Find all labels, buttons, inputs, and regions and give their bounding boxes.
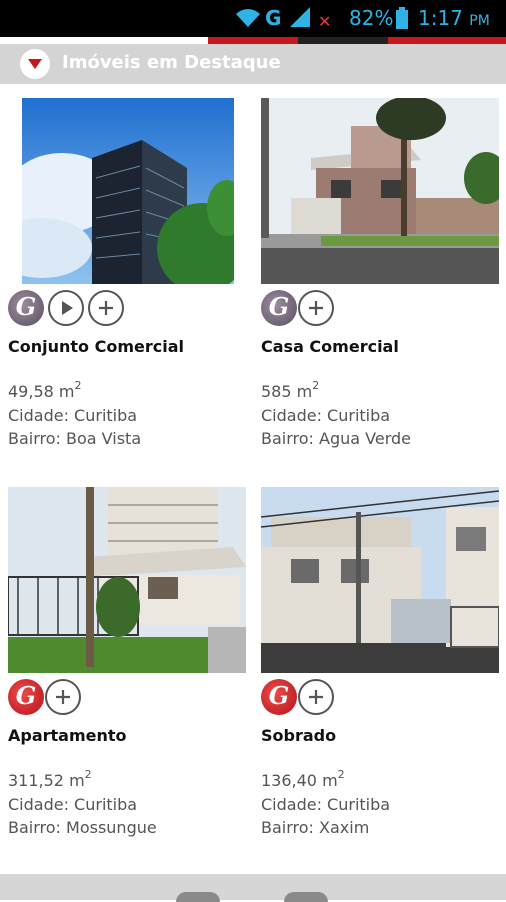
listing-city: Cidade: Curitiba — [8, 795, 138, 814]
agency-logo-icon: G — [8, 679, 44, 715]
chevron-down-icon[interactable] — [20, 49, 50, 79]
sim-x-icon: ✕ — [318, 12, 332, 31]
section-header[interactable]: Imóveis em Destaque — [0, 44, 506, 84]
wifi-icon — [234, 7, 262, 35]
status-bar: G ✕ 82% 1:17 PM — [0, 0, 506, 37]
listing-actions: G — [8, 290, 208, 328]
battery-icon — [395, 7, 409, 35]
listing-actions: G — [8, 679, 208, 717]
listing-actions: G — [261, 290, 461, 328]
section-title: Imóveis em Destaque — [62, 52, 281, 73]
listing-title[interactable]: Casa Comercial — [261, 337, 399, 356]
listing-area: 136,40 m2 — [261, 768, 345, 790]
listing-title[interactable]: Conjunto Comercial — [8, 337, 184, 356]
listing-city: Cidade: Curitiba — [261, 795, 391, 814]
nav-tab-icon[interactable] — [284, 892, 328, 902]
bottom-nav-bar — [0, 874, 506, 902]
property-photo[interactable] — [261, 487, 499, 673]
listing-city: Cidade: Curitiba — [8, 406, 138, 425]
signal-icon — [288, 6, 312, 34]
property-photo[interactable] — [22, 98, 234, 284]
battery-percent: 82% — [349, 6, 394, 30]
agency-logo-icon: G — [261, 290, 297, 326]
listing-neighborhood: Bairro: Mossungue — [8, 818, 157, 837]
listing-neighborhood: Bairro: Boa Vista — [8, 429, 142, 448]
network-type: G — [265, 6, 282, 30]
listing-area: 49,58 m2 — [8, 379, 82, 401]
listing-title[interactable]: Sobrado — [261, 726, 336, 745]
listing-area: 311,52 m2 — [8, 768, 92, 790]
agency-logo-icon: G — [261, 679, 297, 715]
clock-ampm: PM — [469, 13, 490, 29]
property-photo[interactable] — [261, 98, 499, 284]
listing-title[interactable]: Apartamento — [8, 726, 127, 745]
plus-icon[interactable] — [88, 290, 124, 326]
clock: 1:17 PM — [418, 5, 490, 34]
plus-icon[interactable] — [298, 290, 334, 326]
listing-area: 585 m2 — [261, 379, 320, 401]
property-photo[interactable] — [8, 487, 246, 673]
plus-icon[interactable] — [45, 679, 81, 715]
listing-neighborhood: Bairro: Xaxim — [261, 818, 370, 837]
clock-time: 1:17 — [418, 6, 463, 30]
nav-tab-icon[interactable] — [176, 892, 220, 902]
plus-icon[interactable] — [298, 679, 334, 715]
play-icon[interactable] — [48, 290, 84, 326]
listing-actions: G — [261, 679, 461, 717]
agency-logo-icon: G — [8, 290, 44, 326]
listing-city: Cidade: Curitiba — [261, 406, 391, 425]
brand-strip — [0, 37, 506, 44]
listing-neighborhood: Bairro: Agua Verde — [261, 429, 411, 448]
